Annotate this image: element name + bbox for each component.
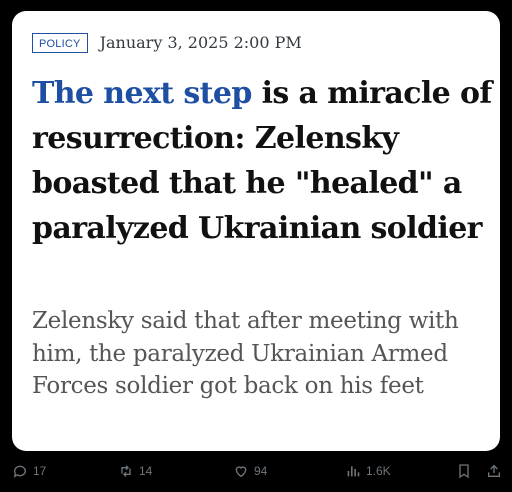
reply-button[interactable]: 17 — [12, 462, 46, 480]
repost-icon — [121, 465, 131, 477]
share-button[interactable] — [486, 462, 502, 480]
like-button[interactable]: 94 — [233, 462, 267, 480]
views-icon — [347, 466, 360, 477]
views-button[interactable]: 1.6K — [345, 462, 391, 480]
bookmark-icon — [459, 464, 469, 479]
reply-count: 17 — [33, 464, 47, 478]
subtitle: Zelensky said that after meeting with hi… — [32, 308, 459, 399]
views-count: 1.6K — [366, 464, 391, 478]
category-badge[interactable]: POLICY — [32, 33, 88, 53]
share-icon — [488, 464, 500, 477]
like-icon — [235, 466, 247, 478]
reply-icon — [13, 465, 26, 478]
action-bar: 17 14 94 1.6K — [0, 456, 512, 486]
article-meta: POLICY January 3, 2025 2:00 PM — [32, 32, 302, 54]
bookmark-button[interactable] — [456, 462, 472, 480]
like-count: 94 — [254, 464, 268, 478]
article-card[interactable]: POLICY January 3, 2025 2:00 PM The next … — [12, 11, 500, 451]
repost-button[interactable]: 14 — [118, 462, 152, 480]
headline-accent: The next step — [32, 76, 252, 111]
repost-count: 14 — [139, 464, 153, 478]
headline: The next step is a miracle of resurrecti… — [32, 71, 492, 251]
publish-date: January 3, 2025 2:00 PM — [99, 33, 302, 52]
